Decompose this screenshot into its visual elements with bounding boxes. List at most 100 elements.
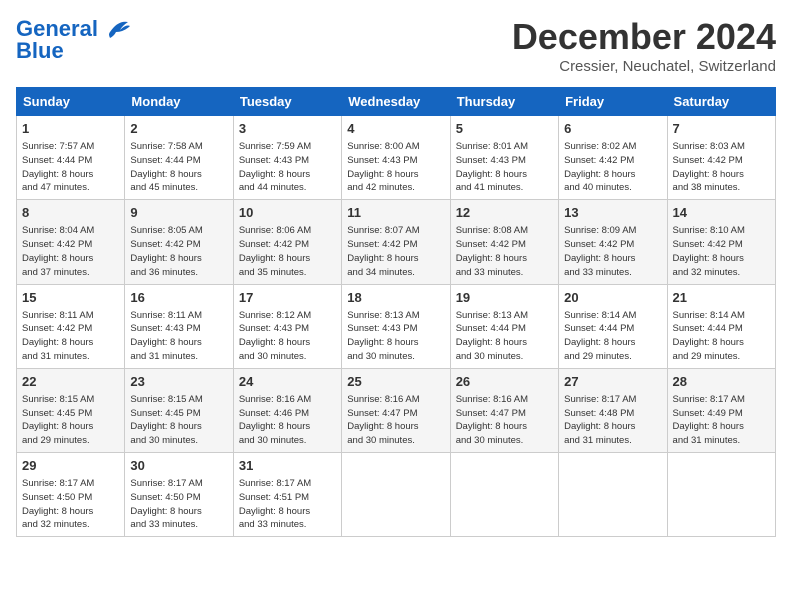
day-info: Sunrise: 8:11 AM Sunset: 4:43 PM Dayligh… (130, 309, 227, 364)
week-row-1: 1 Sunrise: 7:57 AM Sunset: 4:44 PM Daylig… (17, 116, 776, 200)
calendar-cell: 15 Sunrise: 8:11 AM Sunset: 4:42 PM Dayli… (17, 284, 125, 368)
calendar-cell: 4Sunrise: 8:00 AM Sunset: 4:43 PM Daylig… (342, 116, 450, 200)
calendar-cell: 25Sunrise: 8:16 AM Sunset: 4:47 PM Dayli… (342, 368, 450, 452)
calendar-cell: 9 Sunrise: 8:05 AM Sunset: 4:42 PM Daylig… (125, 200, 233, 284)
calendar-cell: 7 Sunrise: 8:03 AM Sunset: 4:42 PM Daylig… (667, 116, 775, 200)
day-number: 26 (456, 373, 553, 391)
title-block: December 2024 Cressier, Neuchatel, Switz… (512, 16, 776, 75)
calendar-cell: 6 Sunrise: 8:02 AM Sunset: 4:42 PM Daylig… (559, 116, 667, 200)
calendar-cell: 5 Sunrise: 8:01 AM Sunset: 4:43 PM Daylig… (450, 116, 558, 200)
day-info: Sunrise: 8:15 AM Sunset: 4:45 PM Dayligh… (130, 393, 227, 448)
day-info: Sunrise: 8:08 AM Sunset: 4:42 PM Dayligh… (456, 224, 553, 279)
day-number: 9 (130, 204, 227, 222)
day-number: 28 (673, 373, 770, 391)
day-info: Sunrise: 8:15 AM Sunset: 4:45 PM Dayligh… (22, 393, 119, 448)
header-thursday: Thursday (450, 88, 558, 116)
day-number: 10 (239, 204, 336, 222)
calendar-cell: 24 Sunrise: 8:16 AM Sunset: 4:46 PM Dayli… (233, 368, 341, 452)
day-number: 23 (130, 373, 227, 391)
calendar-cell (559, 453, 667, 537)
day-number: 29 (22, 457, 119, 475)
day-info: Sunrise: 8:17 AM Sunset: 4:50 PM Dayligh… (22, 477, 119, 532)
day-number: 16 (130, 289, 227, 307)
day-number: 11 (347, 204, 444, 222)
calendar-cell (450, 453, 558, 537)
day-info: Sunrise: 8:11 AM Sunset: 4:42 PM Dayligh… (22, 309, 119, 364)
week-row-4: 22 Sunrise: 8:15 AM Sunset: 4:45 PM Dayli… (17, 368, 776, 452)
calendar-cell: 12 Sunrise: 8:08 AM Sunset: 4:42 PM Dayli… (450, 200, 558, 284)
day-number: 8 (22, 204, 119, 222)
calendar-cell: 27 Sunrise: 8:17 AM Sunset: 4:48 PM Dayli… (559, 368, 667, 452)
day-info: Sunrise: 8:03 AM Sunset: 4:42 PM Dayligh… (673, 140, 770, 195)
week-row-5: 29 Sunrise: 8:17 AM Sunset: 4:50 PM Dayli… (17, 453, 776, 537)
day-number: 31 (239, 457, 336, 475)
calendar-cell (342, 453, 450, 537)
day-info: Sunrise: 8:16 AM Sunset: 4:47 PM Dayligh… (456, 393, 553, 448)
logo-blue: Blue (16, 38, 64, 64)
day-info: Sunrise: 8:14 AM Sunset: 4:44 PM Dayligh… (564, 309, 661, 364)
day-number: 6 (564, 120, 661, 138)
day-number: 25 (347, 373, 444, 391)
day-number: 27 (564, 373, 661, 391)
day-number: 2 (130, 120, 227, 138)
day-number: 24 (239, 373, 336, 391)
logo: General Blue (16, 16, 130, 64)
calendar-table: SundayMondayTuesdayWednesdayThursdayFrid… (16, 87, 776, 537)
day-number: 20 (564, 289, 661, 307)
day-info: Sunrise: 8:04 AM Sunset: 4:42 PM Dayligh… (22, 224, 119, 279)
day-number: 7 (673, 120, 770, 138)
header-friday: Friday (559, 88, 667, 116)
day-info: Sunrise: 8:09 AM Sunset: 4:42 PM Dayligh… (564, 224, 661, 279)
page-header: General Blue December 2024 Cressier, Neu… (16, 16, 776, 75)
day-number: 17 (239, 289, 336, 307)
day-number: 18 (347, 289, 444, 307)
calendar-cell: 2 Sunrise: 7:58 AM Sunset: 4:44 PM Daylig… (125, 116, 233, 200)
calendar-cell: 11 Sunrise: 8:07 AM Sunset: 4:42 PM Dayli… (342, 200, 450, 284)
calendar-cell: 29 Sunrise: 8:17 AM Sunset: 4:50 PM Dayli… (17, 453, 125, 537)
month-title: December 2024 (512, 16, 776, 58)
calendar-cell: 19 Sunrise: 8:13 AM Sunset: 4:44 PM Dayli… (450, 284, 558, 368)
day-number: 19 (456, 289, 553, 307)
day-number: 22 (22, 373, 119, 391)
day-info: Sunrise: 8:00 AM Sunset: 4:43 PM Dayligh… (347, 140, 444, 195)
day-info: Sunrise: 8:07 AM Sunset: 4:42 PM Dayligh… (347, 224, 444, 279)
day-info: Sunrise: 8:05 AM Sunset: 4:42 PM Dayligh… (130, 224, 227, 279)
day-info: Sunrise: 8:10 AM Sunset: 4:42 PM Dayligh… (673, 224, 770, 279)
calendar-cell: 26 Sunrise: 8:16 AM Sunset: 4:47 PM Dayli… (450, 368, 558, 452)
header-monday: Monday (125, 88, 233, 116)
day-number: 15 (22, 289, 119, 307)
location: Cressier, Neuchatel, Switzerland (512, 58, 776, 75)
calendar-cell: 23 Sunrise: 8:15 AM Sunset: 4:45 PM Dayli… (125, 368, 233, 452)
day-number: 3 (239, 120, 336, 138)
day-info: Sunrise: 8:17 AM Sunset: 4:50 PM Dayligh… (130, 477, 227, 532)
day-info: Sunrise: 8:17 AM Sunset: 4:49 PM Dayligh… (673, 393, 770, 448)
calendar-cell: 28 Sunrise: 8:17 AM Sunset: 4:49 PM Dayli… (667, 368, 775, 452)
day-info: Sunrise: 8:12 AM Sunset: 4:43 PM Dayligh… (239, 309, 336, 364)
day-number: 1 (22, 120, 119, 138)
calendar-cell: 13 Sunrise: 8:09 AM Sunset: 4:42 PM Dayli… (559, 200, 667, 284)
day-number: 5 (456, 120, 553, 138)
day-info: Sunrise: 7:58 AM Sunset: 4:44 PM Dayligh… (130, 140, 227, 195)
calendar-cell: 21Sunrise: 8:14 AM Sunset: 4:44 PM Dayli… (667, 284, 775, 368)
day-number: 13 (564, 204, 661, 222)
day-info: Sunrise: 8:16 AM Sunset: 4:46 PM Dayligh… (239, 393, 336, 448)
day-info: Sunrise: 8:02 AM Sunset: 4:42 PM Dayligh… (564, 140, 661, 195)
header-wednesday: Wednesday (342, 88, 450, 116)
header-sunday: Sunday (17, 88, 125, 116)
logo-bird-icon (100, 18, 130, 40)
day-info: Sunrise: 7:57 AM Sunset: 4:44 PM Dayligh… (22, 140, 119, 195)
calendar-cell (667, 453, 775, 537)
day-number: 14 (673, 204, 770, 222)
day-info: Sunrise: 8:06 AM Sunset: 4:42 PM Dayligh… (239, 224, 336, 279)
day-info: Sunrise: 8:17 AM Sunset: 4:48 PM Dayligh… (564, 393, 661, 448)
week-row-3: 15 Sunrise: 8:11 AM Sunset: 4:42 PM Dayli… (17, 284, 776, 368)
day-number: 12 (456, 204, 553, 222)
day-info: Sunrise: 8:01 AM Sunset: 4:43 PM Dayligh… (456, 140, 553, 195)
calendar-cell: 8 Sunrise: 8:04 AM Sunset: 4:42 PM Daylig… (17, 200, 125, 284)
day-info: Sunrise: 8:13 AM Sunset: 4:44 PM Dayligh… (456, 309, 553, 364)
calendar-cell: 31Sunrise: 8:17 AM Sunset: 4:51 PM Dayli… (233, 453, 341, 537)
calendar-cell: 16 Sunrise: 8:11 AM Sunset: 4:43 PM Dayli… (125, 284, 233, 368)
calendar-cell: 30Sunrise: 8:17 AM Sunset: 4:50 PM Dayli… (125, 453, 233, 537)
calendar-cell: 10 Sunrise: 8:06 AM Sunset: 4:42 PM Dayli… (233, 200, 341, 284)
day-info: Sunrise: 8:13 AM Sunset: 4:43 PM Dayligh… (347, 309, 444, 364)
